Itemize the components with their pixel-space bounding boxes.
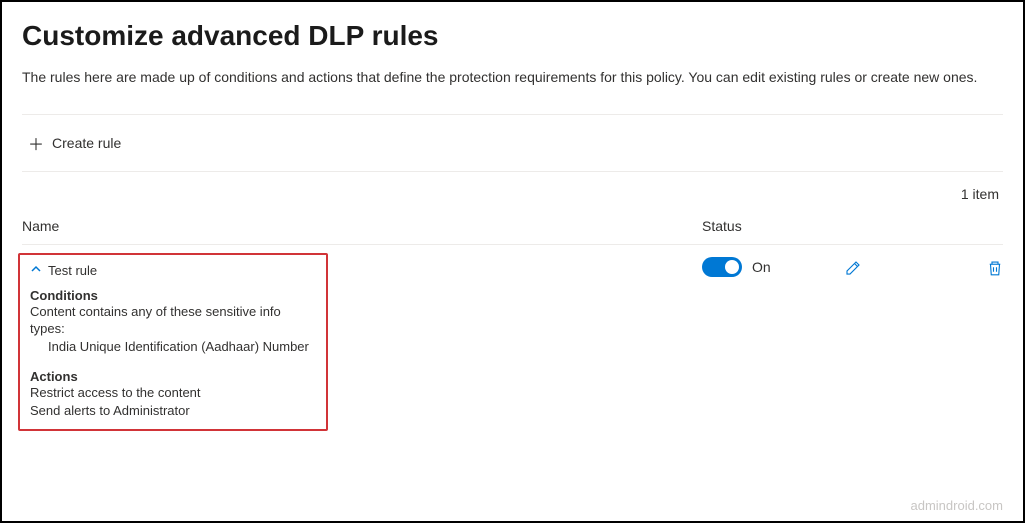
plus-icon: ＋: [28, 131, 44, 155]
trash-icon: [986, 259, 1004, 277]
page-title: Customize advanced DLP rules: [22, 20, 1003, 52]
conditions-item: India Unique Identification (Aadhaar) Nu…: [30, 338, 316, 356]
rule-name: Test rule: [48, 263, 97, 278]
status-toggle[interactable]: [702, 257, 742, 277]
watermark: admindroid.com: [911, 498, 1004, 513]
toolbar: ＋ Create rule: [22, 115, 1003, 171]
edit-button[interactable]: [842, 257, 864, 282]
conditions-title: Conditions: [30, 288, 316, 303]
page-description: The rules here are made up of conditions…: [22, 68, 1003, 88]
chevron-up-icon: [30, 263, 42, 278]
table-row: Test rule Conditions Content contains an…: [22, 245, 1003, 432]
table-header: Name Status: [22, 210, 1003, 245]
create-rule-button[interactable]: ＋ Create rule: [22, 127, 127, 159]
column-name-header[interactable]: Name: [22, 218, 702, 234]
conditions-line: Content contains any of these sensitive …: [30, 303, 316, 338]
column-status-header[interactable]: Status: [702, 218, 842, 234]
rules-table: Name Status Test rule Conditions Content…: [22, 210, 1003, 432]
pencil-icon: [844, 259, 862, 277]
rule-detail-card: Test rule Conditions Content contains an…: [18, 253, 328, 432]
create-rule-label: Create rule: [52, 135, 121, 151]
rule-expand-toggle[interactable]: Test rule: [30, 263, 316, 278]
status-label: On: [752, 259, 771, 275]
action-line: Restrict access to the content: [30, 384, 316, 402]
actions-title: Actions: [30, 369, 316, 384]
delete-button[interactable]: [984, 257, 1006, 282]
action-line: Send alerts to Administrator: [30, 402, 316, 420]
item-count: 1 item: [22, 172, 1003, 210]
